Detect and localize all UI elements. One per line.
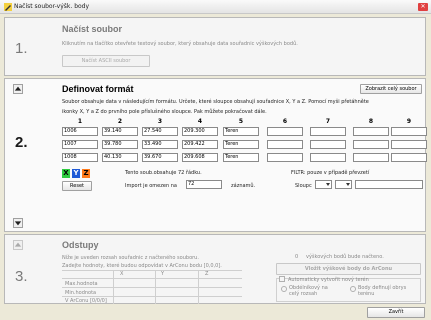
reset-button[interactable]: Reset — [62, 181, 92, 191]
step2-heading: Definovat formát — [62, 84, 134, 94]
table-cell[interactable]: 39.140 — [102, 127, 138, 136]
step2-description-2: ikonky X, Y a Z do prvního pole příslušn… — [62, 109, 267, 115]
import-label: Import je omezen na — [125, 183, 177, 189]
column-header: 3 — [157, 118, 163, 125]
radio-rectangular-label: Obdélníkový na celý rozsah — [289, 285, 328, 297]
y-axis-handle[interactable]: Y — [72, 169, 80, 178]
table-cell[interactable] — [353, 127, 389, 136]
column-header: 4 — [197, 118, 203, 125]
table-cell[interactable] — [310, 140, 346, 149]
pencil-icon — [4, 3, 12, 11]
up-triangle-icon[interactable] — [13, 84, 23, 94]
table-cell[interactable]: 39.670 — [142, 153, 178, 162]
column-header: 9 — [406, 118, 412, 125]
grid-divider — [62, 270, 242, 271]
points-count-label: výškových bodů bude načteno. — [306, 254, 384, 260]
column-header: 6 — [282, 118, 288, 125]
step3-panel: 3. Odstupy Níže je uveden rozsah souřadn… — [4, 234, 426, 304]
column-header: 7 — [325, 118, 331, 125]
rows-info: Tento soub.obsahuje 72 řádku. — [125, 170, 202, 176]
dropdown-arrow-icon — [346, 183, 350, 186]
column-label: Sloupc — [295, 183, 312, 189]
step2-description-1: Soubor obsahuje data v následujícím form… — [62, 99, 369, 105]
show-whole-file-button[interactable]: Zobrazit celý soubor — [360, 84, 422, 94]
table-cell[interactable]: 1007 — [62, 140, 98, 149]
offset-col-y: Y — [161, 271, 165, 277]
grid-divider — [198, 270, 199, 304]
table-cell[interactable]: 33.490 — [142, 140, 178, 149]
step1-heading: Načíst soubor — [62, 24, 123, 34]
grid-divider — [62, 278, 242, 279]
close-icon[interactable]: ✕ — [418, 3, 428, 11]
insert-points-button[interactable]: Vložit výškové body do ArConu — [276, 263, 421, 275]
import-limit-input[interactable]: 72 — [186, 180, 222, 189]
table-cell[interactable] — [391, 153, 427, 162]
load-ascii-button[interactable]: Načíst ASCII soubor — [62, 55, 150, 67]
offset-col-x: X — [120, 271, 124, 277]
down-triangle-icon[interactable] — [13, 218, 23, 228]
step2-number: 2. — [15, 134, 28, 151]
table-cell[interactable]: 40.130 — [102, 153, 138, 162]
radio-rectangular[interactable] — [281, 286, 287, 292]
points-count: 0 — [295, 254, 299, 260]
window-title: Načíst soubor-výšk. body — [14, 3, 90, 10]
filter-operator-select[interactable] — [335, 180, 352, 189]
x-axis-handle[interactable]: X — [62, 169, 70, 178]
table-cell[interactable]: Teren — [223, 127, 259, 136]
step3-heading: Odstupy — [62, 240, 99, 250]
step1-description: Kliknutím na tlačítko otevřete textový s… — [62, 41, 298, 47]
table-cell[interactable]: 209.422 — [182, 140, 218, 149]
grid-divider — [62, 296, 242, 297]
grid-divider — [155, 270, 156, 304]
table-cell[interactable]: 209.608 — [182, 153, 218, 162]
table-cell[interactable] — [353, 153, 389, 162]
auto-terrain-checkbox[interactable] — [279, 276, 285, 282]
table-cell[interactable] — [267, 127, 303, 136]
step3-description-1: Níže je uveden rozsah souřadnic z načten… — [62, 255, 199, 261]
up-triangle-icon — [13, 240, 23, 250]
step1-panel: 1. Načíst soubor Kliknutím na tlačítko o… — [4, 17, 426, 76]
grid-divider — [62, 287, 242, 288]
table-cell[interactable]: 1008 — [62, 153, 98, 162]
dropdown-arrow-icon — [326, 183, 330, 186]
step1-number: 1. — [15, 40, 28, 57]
filter-column-select[interactable] — [315, 180, 332, 189]
table-cell[interactable] — [310, 153, 346, 162]
step3-description-2: Zadejte hodnoty, které budou odpovídat v… — [62, 263, 222, 269]
column-header: 1 — [77, 118, 83, 125]
radio-points-label: Body definují obrys terénu — [358, 285, 407, 297]
table-cell[interactable] — [391, 140, 427, 149]
step3-number: 3. — [15, 268, 28, 285]
filter-value-input[interactable] — [355, 180, 423, 189]
close-button[interactable]: Zavřít — [367, 307, 425, 318]
z-axis-handle[interactable]: Z — [82, 169, 90, 178]
table-cell[interactable] — [353, 140, 389, 149]
column-header: 2 — [117, 118, 123, 125]
table-cell[interactable] — [391, 127, 427, 136]
grid-divider — [113, 270, 114, 304]
window-titlebar: Načíst soubor-výšk. body ✕ — [0, 0, 431, 14]
radio-points[interactable] — [350, 286, 356, 292]
offset-col-z: Z — [205, 271, 209, 277]
table-cell[interactable]: 209.300 — [182, 127, 218, 136]
records-label: záznamů. — [231, 183, 256, 189]
table-cell[interactable]: Teren — [223, 153, 259, 162]
table-cell[interactable]: 39.780 — [102, 140, 138, 149]
column-header: 8 — [368, 118, 374, 125]
table-cell[interactable] — [267, 140, 303, 149]
filter-label: FILTR: pouze v případě převzetí — [291, 170, 370, 176]
table-cell[interactable] — [310, 127, 346, 136]
column-header: 5 — [238, 118, 244, 125]
step2-panel: 2. Definovat formát Zobrazit celý soubor… — [4, 78, 427, 232]
auto-terrain-label: Automaticky vytvořit nový terén — [288, 277, 369, 283]
table-cell[interactable] — [267, 153, 303, 162]
table-cell[interactable]: Teren — [223, 140, 259, 149]
table-cell[interactable]: 1006 — [62, 127, 98, 136]
arcon-origin-label: V ArConu [0/0/0] — [65, 298, 107, 304]
table-cell[interactable]: 27.540 — [142, 127, 178, 136]
